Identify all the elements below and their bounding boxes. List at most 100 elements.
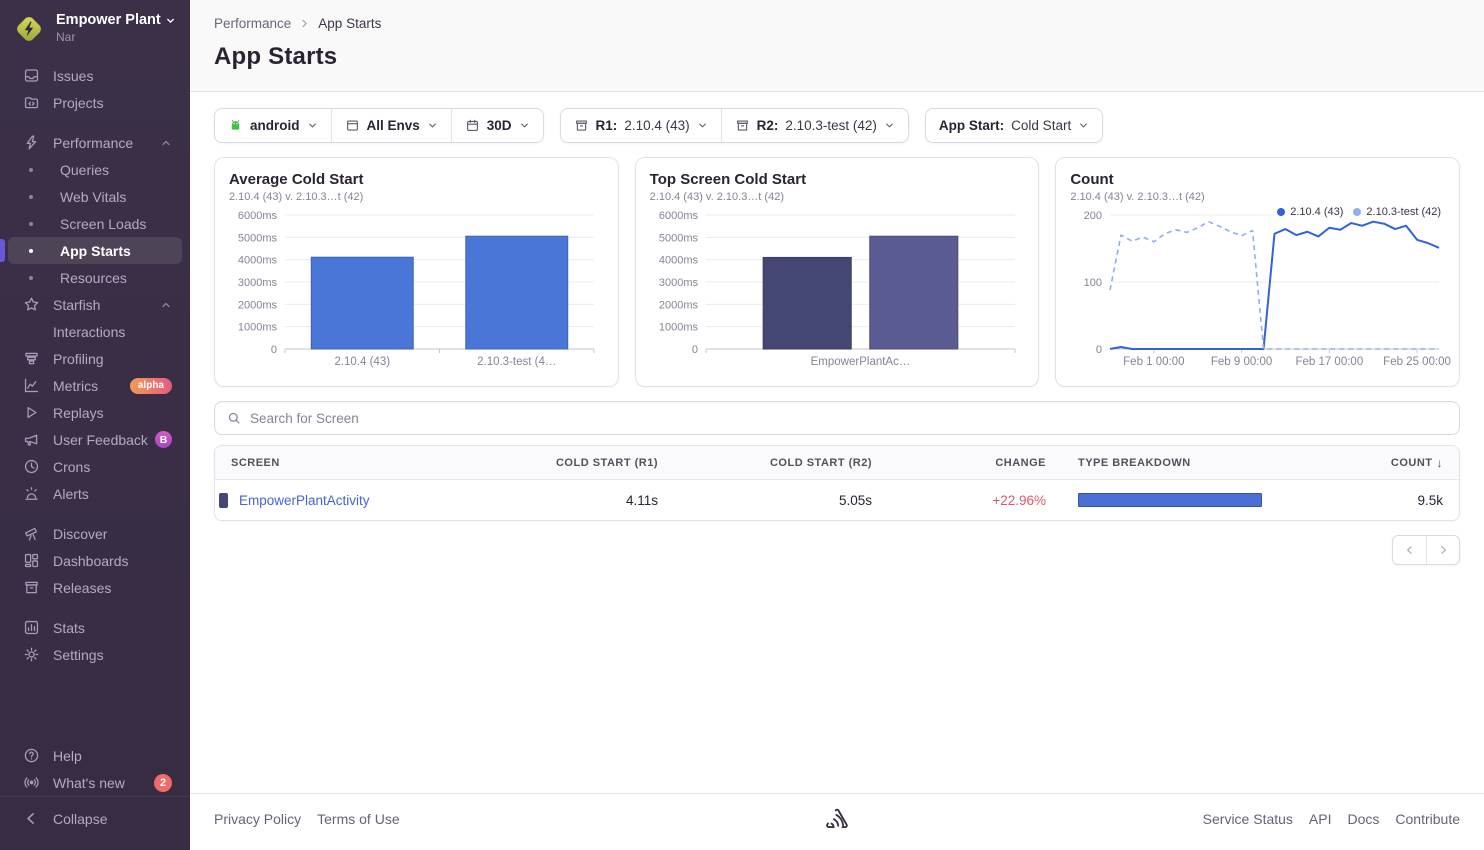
- sidebar-item-help[interactable]: Help: [8, 742, 182, 769]
- app-start-type-filter[interactable]: App Start:Cold Start: [926, 109, 1102, 142]
- column-header-cold-start-r1[interactable]: COLD START (R1): [460, 457, 674, 469]
- sidebar-collapse-label: Collapse: [53, 811, 107, 827]
- chart-legend: 2.10.4 (43) 2.10.3-test (42): [1275, 205, 1443, 219]
- chart-subtitle: 2.10.4 (43) v. 2.10.3…t (42): [1070, 191, 1445, 203]
- type-breakdown-bar[interactable]: [1078, 493, 1262, 507]
- svg-text:0: 0: [1096, 344, 1102, 356]
- svg-text:2000ms: 2000ms: [238, 299, 278, 311]
- sidebar-item-label: Resources: [60, 270, 127, 286]
- sidebar-item-performance[interactable]: Performance: [8, 129, 182, 156]
- sidebar-item-label: Replays: [53, 405, 104, 421]
- sidebar-item-resources[interactable]: Resources: [8, 264, 182, 291]
- sidebar-item-label: Starfish: [53, 297, 100, 313]
- org-switcher[interactable]: Empower Plant Nar: [0, 0, 190, 56]
- sidebar-item-projects[interactable]: Projects: [8, 89, 182, 116]
- issues-icon: [22, 67, 40, 85]
- footer-link-docs[interactable]: Docs: [1348, 811, 1380, 827]
- sidebar-item-starfish[interactable]: Starfish: [8, 291, 182, 318]
- cold-start-r1-cell: 4.11s: [460, 493, 674, 508]
- sidebar-item-settings[interactable]: Settings: [8, 641, 182, 668]
- sidebar-section-1: PerformanceQueries Web Vitals Screen Loads…: [0, 129, 190, 507]
- sidebar-nav: IssuesProjects PerformanceQueries Web Vita…: [0, 56, 190, 681]
- gear-icon: [22, 646, 40, 664]
- legend-item-2-10-4-43[interactable]: 2.10.4 (43): [1277, 206, 1343, 218]
- svg-text:Feb 1 00:00: Feb 1 00:00: [1124, 356, 1185, 368]
- sidebar-section-0: IssuesProjects: [0, 62, 190, 116]
- sidebar-item-crons[interactable]: Crons: [8, 453, 182, 480]
- footer-link-service-status[interactable]: Service Status: [1203, 811, 1293, 827]
- sidebar-item-app-starts[interactable]: App Starts: [8, 237, 182, 264]
- column-header-screen[interactable]: SCREEN: [215, 457, 460, 469]
- svg-text:4000ms: 4000ms: [659, 255, 699, 267]
- column-header-cold-start-r2[interactable]: COLD START (R2): [674, 457, 888, 469]
- sidebar-item-metrics[interactable]: Metricsalpha: [8, 372, 182, 399]
- user-feedback-badge: B: [155, 431, 172, 448]
- column-header-count[interactable]: COUNT↓: [1278, 456, 1459, 470]
- svg-text:Feb 9 00:00: Feb 9 00:00: [1211, 356, 1272, 368]
- sidebar-item-discover[interactable]: Discover: [8, 520, 182, 547]
- sidebar-item-profiling[interactable]: Profiling: [8, 345, 182, 372]
- breadcrumb-performance[interactable]: Performance: [214, 16, 291, 31]
- bullet-dot-icon: [29, 168, 33, 172]
- table-header-row: SCREENCOLD START (R1)COLD START (R2) CHAN…: [215, 446, 1459, 480]
- sidebar-item-releases[interactable]: Releases: [8, 574, 182, 601]
- screen-cell: EmpowerPlantActivity: [215, 493, 460, 508]
- filter-group-2: App Start:Cold Start: [925, 108, 1103, 143]
- chart-svg: 0100200Feb 1 00:00Feb 9 00:00Feb 17 00:0…: [1070, 209, 1445, 371]
- chevron-down-icon: [307, 120, 318, 131]
- sidebar-item-dashboards[interactable]: Dashboards: [8, 547, 182, 574]
- sidebar-collapse-button[interactable]: Collapse: [8, 805, 182, 832]
- sidebar-item-stats[interactable]: Stats: [8, 614, 182, 641]
- sidebar-item-what-s-new[interactable]: What's new2: [8, 769, 182, 796]
- svg-text:5000ms: 5000ms: [659, 232, 699, 244]
- sidebar-item-web-vitals[interactable]: Web Vitals: [8, 183, 182, 210]
- sidebar-item-interactions[interactable]: Interactions: [8, 318, 182, 345]
- page-content: androidAll Envs30DR1:2.10.4 (43)R2:2.10.…: [190, 92, 1484, 793]
- org-name: Empower Plant: [56, 12, 161, 28]
- release-1-filter[interactable]: R1:2.10.4 (43): [561, 109, 721, 142]
- previous-page-button[interactable]: [1393, 536, 1426, 564]
- footer-link-api[interactable]: API: [1309, 811, 1332, 827]
- sidebar-item-label: Web Vitals: [60, 189, 126, 205]
- count-cell: 9.5k: [1278, 493, 1459, 508]
- screen-link[interactable]: EmpowerPlantActivity: [239, 493, 370, 508]
- release-2-filter-label: R2:: [757, 118, 779, 133]
- svg-text:5000ms: 5000ms: [238, 232, 278, 244]
- sidebar-item-label: App Starts: [60, 243, 131, 259]
- sidebar-item-label: Help: [53, 748, 82, 764]
- project-filter-label: android: [250, 118, 300, 133]
- footer-link-terms-of-use[interactable]: Terms of Use: [317, 811, 399, 827]
- page-header: Performance App Starts App Starts: [190, 0, 1484, 92]
- app-start-type-filter-value: Cold Start: [1011, 118, 1071, 133]
- column-header-change[interactable]: CHANGE: [888, 457, 1062, 469]
- chart-subtitle: 2.10.4 (43) v. 2.10.3…t (42): [650, 191, 1025, 203]
- footer-link-privacy-policy[interactable]: Privacy Policy: [214, 811, 301, 827]
- chevron-left-icon: [22, 810, 40, 828]
- search-icon: [227, 411, 241, 425]
- org-logo-icon: [12, 12, 46, 46]
- chart-plot: 2.10.4 (43)2.10.3-test (42)0100200Feb 1 …: [1070, 209, 1445, 371]
- search-input[interactable]: [250, 411, 1447, 426]
- app-root: Empower Plant Nar IssuesProjectsPerforma…: [0, 0, 1484, 850]
- environment-filter[interactable]: All Envs: [331, 109, 451, 142]
- sidebar-item-replays[interactable]: Replays: [8, 399, 182, 426]
- chart-subtitle: 2.10.4 (43) v. 2.10.3…t (42): [229, 191, 604, 203]
- column-header-type-breakdown[interactable]: TYPE BREAKDOWN: [1062, 457, 1278, 469]
- sidebar-item-user-feedback[interactable]: User FeedbackB: [8, 426, 182, 453]
- release-2-filter[interactable]: R2:2.10.3-test (42): [721, 109, 908, 142]
- sidebar-item-screen-loads[interactable]: Screen Loads: [8, 210, 182, 237]
- sidebar-section-3: Stats Settings: [0, 614, 190, 668]
- svg-text:EmpowerPlantAc…: EmpowerPlantAc…: [810, 356, 910, 368]
- chart-card-top-screen-cold-start: Top Screen Cold Start2.10.4 (43) v. 2.10…: [635, 157, 1040, 387]
- sidebar-item-label: Settings: [53, 647, 104, 663]
- column-label: CHANGE: [995, 457, 1046, 469]
- date-range-filter[interactable]: 30D: [451, 109, 543, 142]
- sidebar-item-queries[interactable]: Queries: [8, 156, 182, 183]
- sidebar-item-alerts[interactable]: Alerts: [8, 480, 182, 507]
- legend-item-2-10-3-test-42[interactable]: 2.10.3-test (42): [1353, 206, 1441, 218]
- project-filter[interactable]: android: [215, 109, 331, 142]
- next-page-button[interactable]: [1426, 536, 1459, 564]
- broadcast-icon: [22, 774, 40, 792]
- footer-link-contribute[interactable]: Contribute: [1395, 811, 1460, 827]
- sidebar-item-issues[interactable]: Issues: [8, 62, 182, 89]
